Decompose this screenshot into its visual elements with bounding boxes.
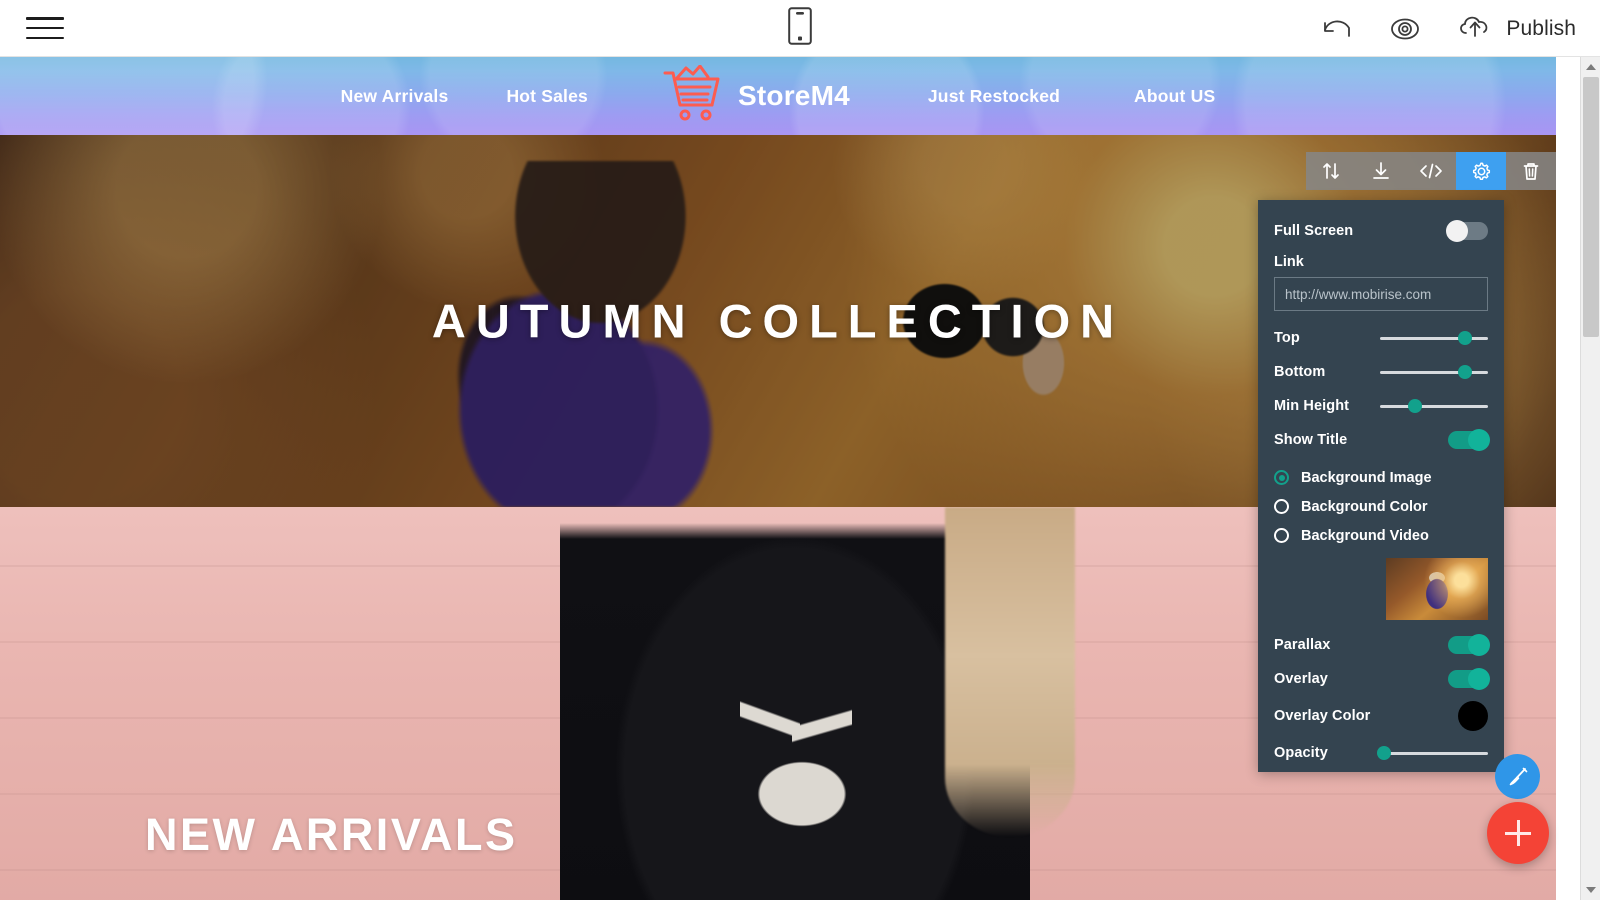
- setting-opacity: Opacity: [1274, 736, 1488, 770]
- overlay-toggle[interactable]: [1448, 668, 1490, 690]
- site-nav-inner: New Arrivals Hot Sales StoreM4 Just Rest…: [0, 64, 1556, 128]
- mobile-phone-icon[interactable]: [788, 7, 812, 50]
- opacity-label: Opacity: [1274, 745, 1328, 761]
- move-block-icon[interactable]: [1306, 152, 1356, 190]
- background-image-thumbnail[interactable]: [1386, 558, 1488, 620]
- hamburger-bar: [26, 36, 64, 39]
- overlay-color-swatch[interactable]: [1458, 701, 1488, 731]
- slider-knob[interactable]: [1458, 365, 1473, 379]
- trash-delete-icon[interactable]: [1506, 152, 1556, 190]
- show-title-toggle[interactable]: [1448, 429, 1490, 451]
- site-brand[interactable]: StoreM4: [662, 64, 850, 128]
- setting-bottom: Bottom: [1274, 355, 1488, 389]
- slider-track: [1380, 405, 1488, 408]
- scrollbar-thumb[interactable]: [1583, 77, 1599, 337]
- radio-label: Background Color: [1301, 498, 1428, 515]
- site-navigation-block[interactable]: New Arrivals Hot Sales StoreM4 Just Rest…: [0, 57, 1556, 135]
- download-block-icon[interactable]: [1356, 152, 1406, 190]
- slider-knob[interactable]: [1458, 331, 1473, 345]
- gear-settings-icon[interactable]: [1456, 152, 1506, 190]
- radio-button[interactable]: [1274, 470, 1289, 485]
- arrivals-photo-hair: [945, 507, 1075, 837]
- parallax-toggle[interactable]: [1448, 634, 1490, 656]
- min-height-label: Min Height: [1274, 398, 1350, 414]
- setting-overlay: Overlay: [1274, 662, 1490, 696]
- publish-button[interactable]: Publish: [1455, 11, 1576, 46]
- canvas-scrollbar[interactable]: [1580, 57, 1600, 900]
- cloud-upload-icon: [1455, 11, 1495, 46]
- link-label: Link: [1274, 254, 1304, 270]
- slider-knob[interactable]: [1407, 399, 1422, 413]
- parallax-label: Parallax: [1274, 637, 1331, 653]
- arrivals-title[interactable]: NEW ARRIVALS: [145, 809, 518, 861]
- mobirise-editor-window: Publish New Arrivals Hot Sales StoreM4 J…: [0, 0, 1600, 900]
- radio-background-color[interactable]: Background Color: [1274, 492, 1488, 521]
- nav-link-hot-sales[interactable]: Hot Sales: [506, 86, 588, 107]
- setting-overlay-color: Overlay Color: [1274, 696, 1488, 736]
- setting-min-height: Min Height: [1274, 389, 1488, 423]
- paintbrush-icon[interactable]: [1495, 754, 1540, 799]
- radio-button[interactable]: [1274, 528, 1289, 543]
- hamburger-icon[interactable]: [26, 13, 64, 43]
- radio-background-image[interactable]: Background Image: [1274, 463, 1488, 492]
- hamburger-bar: [26, 26, 64, 30]
- show-title-label: Show Title: [1274, 432, 1348, 448]
- setting-top: Top: [1274, 321, 1488, 355]
- shopping-cart-icon: [662, 64, 724, 128]
- top-label: Top: [1274, 330, 1300, 346]
- setting-parallax: Parallax: [1274, 628, 1490, 662]
- radio-label: Background Video: [1301, 527, 1429, 544]
- editor-top-bar: Publish: [0, 0, 1600, 57]
- plus-icon: [1505, 820, 1531, 846]
- top-slider[interactable]: [1380, 331, 1488, 345]
- block-toolbar: [1306, 152, 1556, 190]
- scroll-down-arrow-icon[interactable]: [1581, 880, 1600, 900]
- opacity-slider[interactable]: [1377, 746, 1488, 760]
- radio-background-video[interactable]: Background Video: [1274, 521, 1488, 550]
- arrivals-photo-palm-graphic: [742, 751, 862, 837]
- link-input[interactable]: [1274, 277, 1488, 311]
- undo-arrow-icon[interactable]: [1319, 15, 1355, 43]
- full-screen-label: Full Screen: [1274, 223, 1354, 239]
- hamburger-bar: [26, 17, 64, 20]
- publish-label: Publish: [1506, 16, 1576, 40]
- nav-link-about-us[interactable]: About US: [1134, 86, 1215, 107]
- eye-icon[interactable]: [1385, 15, 1425, 43]
- radio-button[interactable]: [1274, 499, 1289, 514]
- bottom-label: Bottom: [1274, 364, 1326, 380]
- nav-link-new-arrivals[interactable]: New Arrivals: [341, 86, 449, 107]
- code-editor-icon[interactable]: [1406, 152, 1456, 190]
- radio-label: Background Image: [1301, 469, 1432, 486]
- setting-full-screen: Full Screen: [1274, 214, 1488, 248]
- site-brand-name: StoreM4: [738, 80, 850, 111]
- full-screen-toggle[interactable]: [1446, 220, 1488, 242]
- top-bar-actions: Publish: [1319, 0, 1576, 57]
- nav-link-just-restocked[interactable]: Just Restocked: [928, 86, 1060, 107]
- min-height-slider[interactable]: [1380, 399, 1488, 413]
- setting-show-title: Show Title: [1274, 423, 1490, 457]
- slider-track: [1380, 752, 1488, 755]
- overlay-label: Overlay: [1274, 671, 1328, 687]
- overlay-color-label: Overlay Color: [1274, 708, 1371, 724]
- scroll-up-arrow-icon[interactable]: [1581, 57, 1600, 77]
- add-block-button[interactable]: [1487, 802, 1549, 864]
- block-settings-panel: Full Screen Link Top Bottom Min Height: [1258, 200, 1504, 772]
- slider-knob[interactable]: [1377, 746, 1392, 760]
- bottom-slider[interactable]: [1380, 365, 1488, 379]
